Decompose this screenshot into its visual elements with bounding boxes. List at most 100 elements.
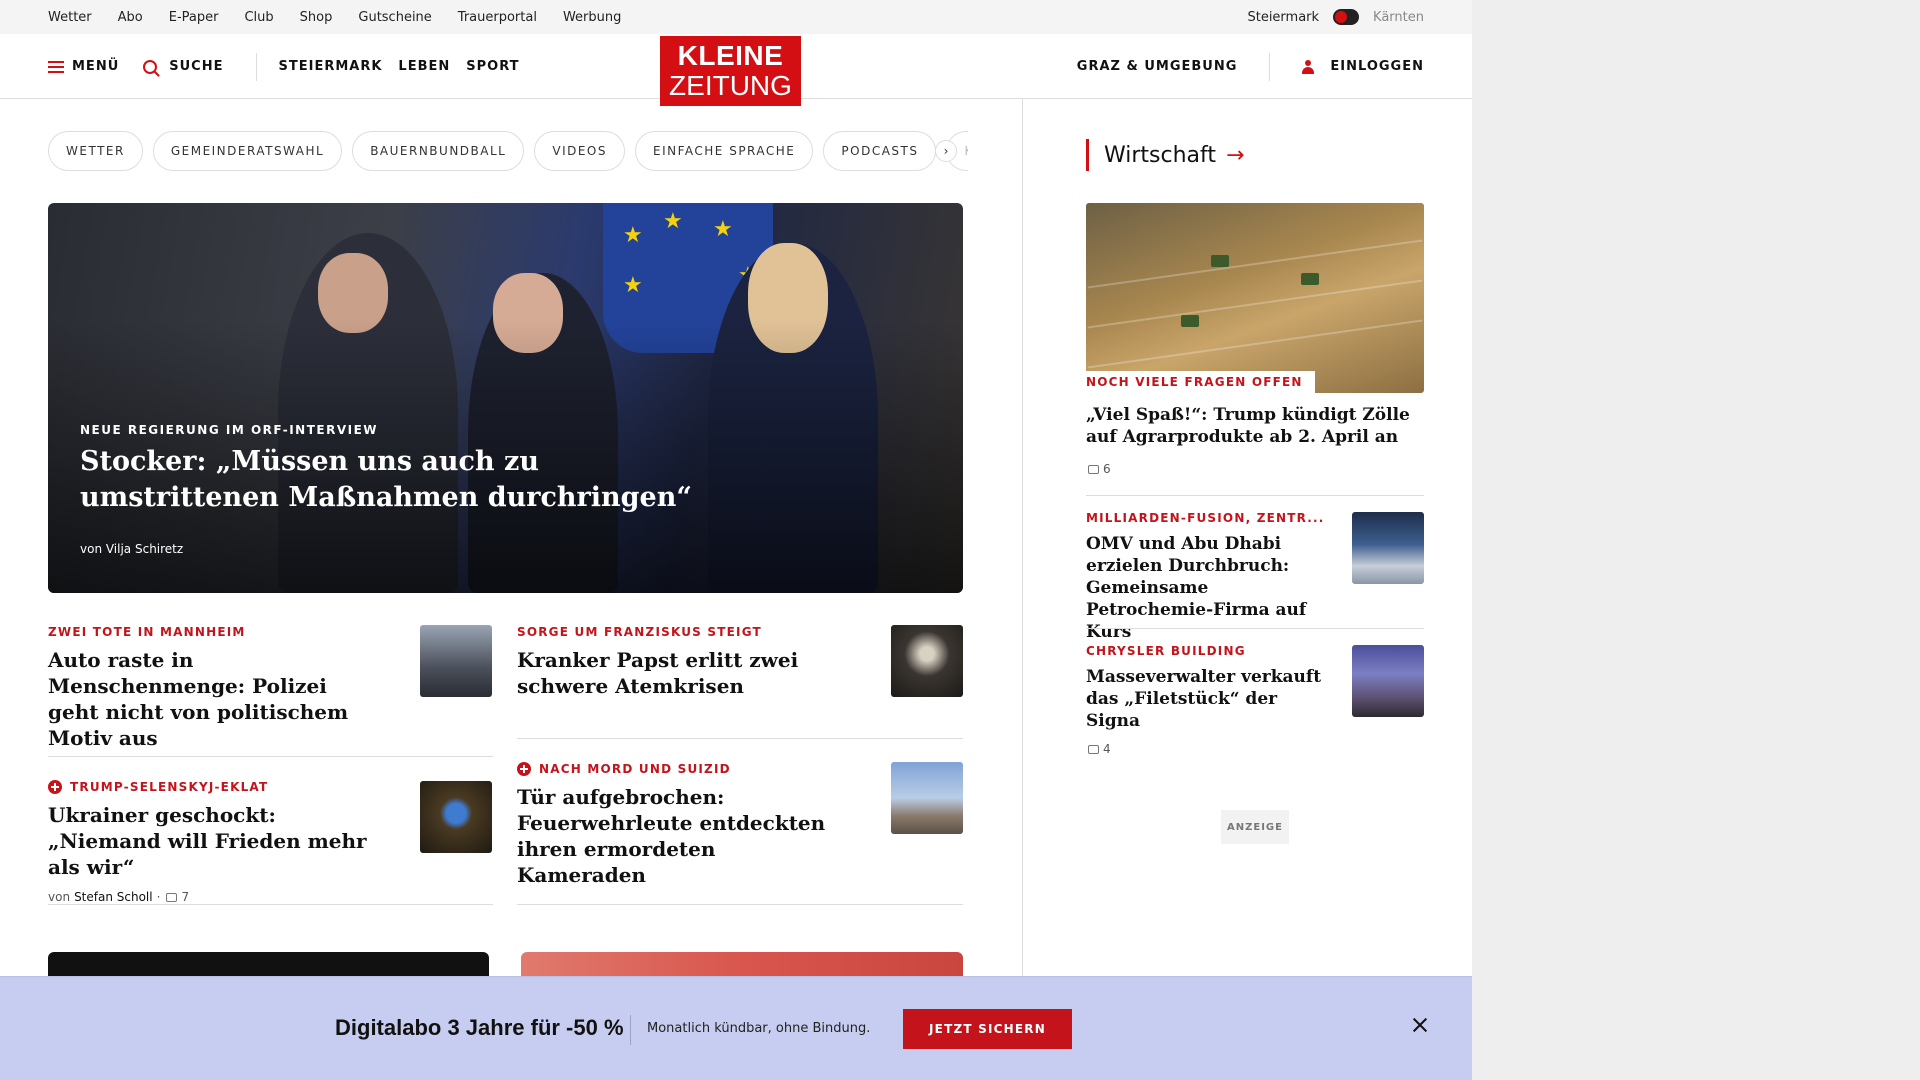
teaser-thumb-feuerwehr[interactable] [891,762,963,834]
teaser-thumb-mannheim[interactable] [420,625,492,697]
subscription-promo-bar: Digitalabo 3 Jahre für -50 % Monatlich k… [0,976,1472,1080]
site-logo[interactable]: KLEINE ZEITUNG [660,36,801,106]
teaser-kicker: SORGE UM FRANZISKUS STEIGT [517,625,762,639]
login-label: EINLOGGEN [1330,59,1424,74]
section-header-wirtschaft[interactable]: Wirtschaft → [1086,139,1244,171]
region-switch: Steiermark Kärnten [1247,0,1424,34]
sidebar-item-kicker: MILLIARDEN-FUSION, ZENTR... [1086,511,1325,525]
divider [48,756,493,757]
sidebar-lead-title[interactable]: „Viel Spaß!“: Trump kündigt Zölle auf Ag… [1086,404,1416,448]
sidebar-item-title[interactable]: OMV und Abu Dhabi erzielen Durchbruch: G… [1086,533,1336,643]
meta-separator: · [156,890,161,904]
promo-subline: Monatlich kündbar, ohne Bindung. [647,1021,871,1036]
teaser-kicker: ZWEI TOTE IN MANNHEIM [48,625,246,639]
chevron-right-icon[interactable]: › [935,140,957,162]
util-link-abo[interactable]: Abo [118,10,143,25]
divider [1086,495,1424,496]
sidebar-thumb-omv[interactable] [1352,512,1424,584]
teaser-thumb-papst[interactable] [891,625,963,697]
teaser-ukraine[interactable]: TRUMP-SELENSKYJ-EKLAT Ukrainer geschockt… [48,780,378,904]
divider [517,738,963,739]
teaser-thumb-ukraine[interactable] [420,781,492,853]
chip-bauernbundball[interactable]: BAUERNBUNDBALL [352,131,525,171]
header-left: MENÜ SUCHE STEIERMARK LEBEN SPORT [48,34,520,99]
plus-icon [517,762,531,776]
teaser-title[interactable]: Ukrainer geschockt: „Niemand will Friede… [48,802,378,880]
close-icon[interactable] [1408,1013,1432,1037]
sidebar-item-title[interactable]: Masseverwalter verkauft das „Filetstück“… [1086,666,1336,732]
util-link-gutscheine[interactable]: Gutscheine [358,10,431,25]
hero-byline: von Vilja Schiretz [80,542,184,556]
teaser-meta: von Stefan Scholl · 7 [48,890,378,904]
comment-count[interactable]: 7 [181,890,189,904]
user-icon [1302,59,1315,74]
sidebar-thumb-signa[interactable] [1352,645,1424,717]
teaser-kicker: TRUMP-SELENSKYJ-EKLAT [48,780,378,794]
promo-divider [630,1015,631,1045]
util-link-trauerportal[interactable]: Trauerportal [458,10,537,25]
topic-chips: WETTER GEMEINDERATSWAHL BAUERNBUNDBALL V… [48,131,968,171]
teaser-title[interactable]: Tür aufgebrochen: Feuerwehrleute entdeck… [517,784,847,888]
comment-count[interactable]: 6 [1103,462,1111,476]
menu-button[interactable]: MENÜ [48,59,119,74]
sidebar-lead-image[interactable] [1086,203,1424,393]
menu-label: MENÜ [72,59,120,74]
nav-leben[interactable]: LEBEN [398,59,450,74]
sidebar-item-signa[interactable]: CHRYSLER BUILDING Masseverwalter verkauf… [1086,644,1336,756]
region-link[interactable]: GRAZ & UMGEBUNG [1077,59,1238,74]
comment-count[interactable]: 4 [1103,742,1111,756]
teaser-feuerwehr[interactable]: NACH MORD UND SUIZID Tür aufgebrochen: F… [517,762,847,888]
byline-prefix: von [48,890,71,904]
hero-title[interactable]: Stocker: „Müssen uns auch zu umstrittene… [80,444,720,516]
hamburger-icon [48,60,64,73]
login-button[interactable]: EINLOGGEN [1302,59,1424,74]
search-button[interactable]: SUCHE [143,59,223,74]
promo-cta-button[interactable]: JETZT SICHERN [903,1009,1072,1049]
logo-line-1: KLEINE [677,40,784,71]
utility-bar: Wetter Abo E-Paper Club Shop Gutscheine … [0,0,1472,34]
util-link-club[interactable]: Club [244,10,273,25]
sidebar-lead-meta: 6 [1086,462,1416,476]
nav-sport[interactable]: SPORT [466,59,519,74]
divider [48,904,493,905]
nav-steiermark[interactable]: STEIERMARK [279,59,383,74]
teaser-papst[interactable]: SORGE UM FRANZISKUS STEIGT Kranker Papst… [517,625,847,699]
utility-links: Wetter Abo E-Paper Club Shop Gutscheine … [48,0,621,34]
sidebar-lead-article[interactable]: „Viel Spaß!“: Trump kündigt Zölle auf Ag… [1086,404,1416,476]
promo-headline: Digitalabo 3 Jahre für -50 % [335,1015,624,1040]
header-divider-right [1269,52,1271,81]
search-icon [143,59,158,74]
logo-line-2: ZEITUNG [669,70,792,101]
hero-kicker: NEUE REGIERUNG IM ORF-INTERVIEW [80,423,379,437]
sidebar-item-kicker: CHRYSLER BUILDING [1086,644,1246,658]
util-link-werbung[interactable]: Werbung [563,10,621,25]
chip-wetter[interactable]: WETTER [48,131,143,171]
teaser-title[interactable]: Auto raste in Menschenmenge: Polizei geh… [48,647,378,751]
hero-article[interactable]: ★ ★ ★ ★ ★ NEUE REGIERUNG IM ORF-INTERVIE… [48,203,963,593]
region-kaernten[interactable]: Kärnten [1373,10,1424,25]
ad-label: ANZEIGE [1221,810,1289,844]
author-name[interactable]: Stefan Scholl [74,890,153,904]
region-toggle[interactable] [1333,9,1360,25]
region-steiermark[interactable]: Steiermark [1247,10,1319,25]
util-link-epaper[interactable]: E-Paper [169,10,219,25]
util-link-shop[interactable]: Shop [300,10,333,25]
comment-icon [166,892,178,902]
header-right: GRAZ & UMGEBUNG EINLOGGEN [1077,34,1424,99]
arrow-right-icon: → [1226,142,1245,168]
sidebar-item-meta: 4 [1086,742,1336,756]
teaser-kicker-text: TRUMP-SELENSKYJ-EKLAT [70,780,269,794]
chip-einfache-sprache[interactable]: EINFACHE SPRACHE [635,131,814,171]
comment-icon [1088,744,1099,754]
chip-videos[interactable]: VIDEOS [534,131,625,171]
sidebar-item-omv[interactable]: MILLIARDEN-FUSION, ZENTR... OMV und Abu … [1086,511,1336,643]
teaser-mannheim[interactable]: ZWEI TOTE IN MANNHEIM Auto raste in Mens… [48,625,378,751]
plus-icon [48,780,62,794]
chip-podcasts[interactable]: PODCASTS [823,131,937,171]
chip-gemeinderatswahl[interactable]: GEMEINDERATSWAHL [152,131,343,171]
hero-shade [48,203,963,593]
util-link-wetter[interactable]: Wetter [48,10,92,25]
teaser-kicker: NACH MORD UND SUIZID [517,762,847,776]
teaser-title[interactable]: Kranker Papst erlitt zwei schwere Atemkr… [517,647,847,699]
column-divider [1022,99,1023,979]
